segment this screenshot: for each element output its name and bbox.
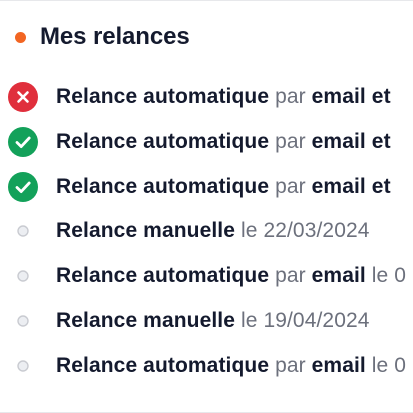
relance-text: Relance automatique par email et <box>56 171 391 203</box>
relance-date-prefix: le <box>240 219 258 243</box>
status-dot-icon <box>15 31 26 43</box>
relance-text: Relance automatique par email et <box>56 81 391 113</box>
relance-title: Relance automatique <box>56 129 270 153</box>
relance-channel: email <box>311 264 366 288</box>
relance-item[interactable]: Relance automatique par email et <box>0 73 413 118</box>
panel-header: Mes relances <box>15 23 190 51</box>
relance-date: 19/04/2024 <box>263 308 370 332</box>
relance-connector: par <box>275 129 306 153</box>
empty-circle-icon <box>7 260 39 292</box>
relance-text: Relance manuelle le 19/04/2024 <box>56 305 370 337</box>
relance-item[interactable]: Relance manuelle le 22/03/2024 <box>0 207 413 252</box>
relance-connector: par <box>275 174 306 198</box>
relance-item[interactable]: Relance automatique par email le 0 <box>0 252 413 297</box>
relance-title: Relance manuelle <box>56 219 236 243</box>
panel-title: Mes relances <box>40 23 190 50</box>
relance-connector: par <box>275 264 306 288</box>
relance-title: Relance manuelle <box>56 308 236 332</box>
relance-item[interactable]: Relance manuelle le 19/04/2024 <box>0 297 413 342</box>
relance-text: Relance automatique par email et <box>56 126 391 158</box>
x-circle-icon <box>7 81 39 113</box>
relance-title: Relance automatique <box>56 85 270 108</box>
relance-channel: email et <box>311 85 391 108</box>
relance-text: Relance manuelle le 22/03/2024 <box>56 215 370 247</box>
relance-text: Relance automatique par email le 0 <box>56 260 406 292</box>
relance-date-prefix: le <box>371 264 389 288</box>
relance-date-prefix: le <box>371 353 389 377</box>
check-circle-icon <box>7 171 39 203</box>
relance-item[interactable]: Relance automatique par email et <box>0 118 413 163</box>
empty-circle-icon <box>7 305 39 337</box>
empty-circle-icon <box>7 215 39 247</box>
relance-date: 0 <box>394 264 407 288</box>
relance-connector: par <box>275 353 306 377</box>
relance-date: 22/03/2024 <box>263 219 370 243</box>
relance-item[interactable]: Relance automatique par email et <box>0 163 413 208</box>
relance-connector: par <box>275 85 306 108</box>
relances-panel: Mes relances Relance automatique par ema… <box>0 0 413 413</box>
relance-title: Relance automatique <box>56 353 270 377</box>
relance-title: Relance automatique <box>56 264 270 288</box>
relance-date: 0 <box>394 353 407 377</box>
relance-channel: email et <box>311 174 391 198</box>
relance-list: Relance automatique par email et Relance … <box>0 73 413 387</box>
relance-channel: email et <box>311 129 391 153</box>
relance-item[interactable]: Relance automatique par email le 0 <box>0 342 413 387</box>
relance-title: Relance automatique <box>56 174 270 198</box>
relance-text: Relance automatique par email le 0 <box>56 350 406 382</box>
relance-channel: email <box>311 353 366 377</box>
relance-date-prefix: le <box>240 308 258 332</box>
check-circle-icon <box>7 126 39 158</box>
empty-circle-icon <box>7 350 39 382</box>
